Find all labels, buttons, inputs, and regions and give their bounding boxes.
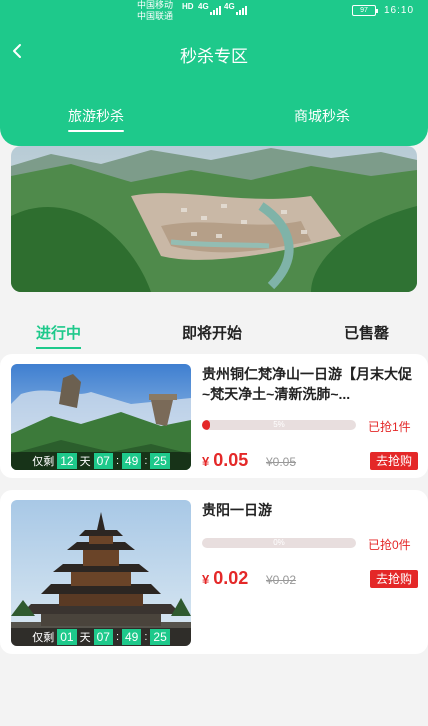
mountain-town-image: [11, 146, 417, 292]
carrier-info: 中国移动 中国联通: [137, 1, 173, 23]
countdown-timer: 仅剩 12 天 07: 49: 25: [11, 452, 191, 470]
network-type-2: 4G: [224, 2, 235, 11]
progress-bar: 0%: [202, 538, 356, 548]
pavilion-image: [11, 500, 191, 646]
carrier-2: 中国联通: [137, 12, 174, 22]
progress-label: 0%: [273, 538, 285, 547]
countdown-hours: 07: [93, 629, 113, 645]
currency-symbol: ¥: [202, 454, 210, 469]
sold-count: 已抢0件: [368, 538, 411, 552]
hd-badge: HD: [182, 2, 194, 11]
currency-symbol: ¥: [202, 572, 210, 587]
tab-mall-flash-sale[interactable]: 商城秒杀: [294, 106, 350, 126]
original-price: ¥0.05: [266, 455, 297, 469]
countdown-hours: 07: [93, 453, 113, 469]
countdown-day-unit: 天: [79, 456, 91, 468]
status-bar: 中国移动 中国联通 4G HD 4G 97 16:10: [0, 0, 428, 22]
header: 中国移动 中国联通 4G HD 4G 97 16:10 秒杀专区 旅游秒杀 商城…: [0, 0, 428, 146]
countdown-seconds: 25: [150, 453, 170, 469]
flash-price: ¥0.02: [202, 568, 248, 589]
tab-sold-out[interactable]: 已售罄: [344, 322, 389, 343]
progress-label: 5%: [273, 420, 285, 429]
buy-now-button[interactable]: 去抢购: [370, 452, 418, 470]
tab-upcoming[interactable]: 即将开始: [182, 322, 242, 343]
product-name[interactable]: 贵阳一日游: [202, 500, 418, 520]
countdown-prefix: 仅剩: [32, 632, 55, 644]
status-time: 16:10: [384, 5, 415, 16]
network-type-1: 4G: [198, 2, 209, 11]
countdown-days: 01: [57, 629, 77, 645]
countdown-seconds: 25: [150, 629, 170, 645]
progress-bar: 5%: [202, 420, 356, 430]
countdown-prefix: 仅剩: [32, 456, 55, 468]
carrier-1: 中国移动: [137, 1, 174, 11]
product-thumbnail: 仅剩 01 天 07: 49: 25: [11, 500, 191, 646]
price-value: 0.02: [213, 568, 249, 588]
signal-icon-2: [236, 6, 247, 15]
banner-image[interactable]: [11, 146, 417, 292]
battery-level: 97: [360, 7, 368, 14]
product-card[interactable]: 仅剩 12 天 07: 49: 25 贵州铜仁梵净山一日游【月末大促~梵天净土~…: [0, 354, 428, 478]
battery-icon: 97: [352, 5, 378, 16]
product-name[interactable]: 贵州铜仁梵净山一日游【月末大促~梵天净土~清新洗肺~...: [202, 364, 418, 404]
flash-price: ¥0.05: [202, 450, 248, 471]
countdown-minutes: 49: [122, 629, 142, 645]
signal-icon: [210, 6, 221, 15]
countdown-day-unit: 天: [79, 632, 91, 644]
product-thumbnail: 仅剩 12 天 07: 49: 25: [11, 364, 191, 470]
countdown-days: 12: [57, 453, 77, 469]
tab-in-progress[interactable]: 进行中: [36, 322, 82, 349]
countdown-timer: 仅剩 01 天 07: 49: 25: [11, 628, 191, 646]
page-title: 秒杀专区: [180, 47, 248, 66]
price-value: 0.05: [213, 450, 249, 470]
original-price: ¥0.02: [266, 573, 297, 587]
sold-count: 已抢1件: [368, 420, 411, 434]
tab-travel-flash-sale[interactable]: 旅游秒杀: [68, 106, 124, 132]
countdown-minutes: 49: [122, 453, 142, 469]
product-card[interactable]: 仅剩 01 天 07: 49: 25 贵阳一日游 0% 已抢0件 ¥0.02 ¥…: [0, 490, 428, 654]
buy-now-button[interactable]: 去抢购: [370, 570, 418, 588]
